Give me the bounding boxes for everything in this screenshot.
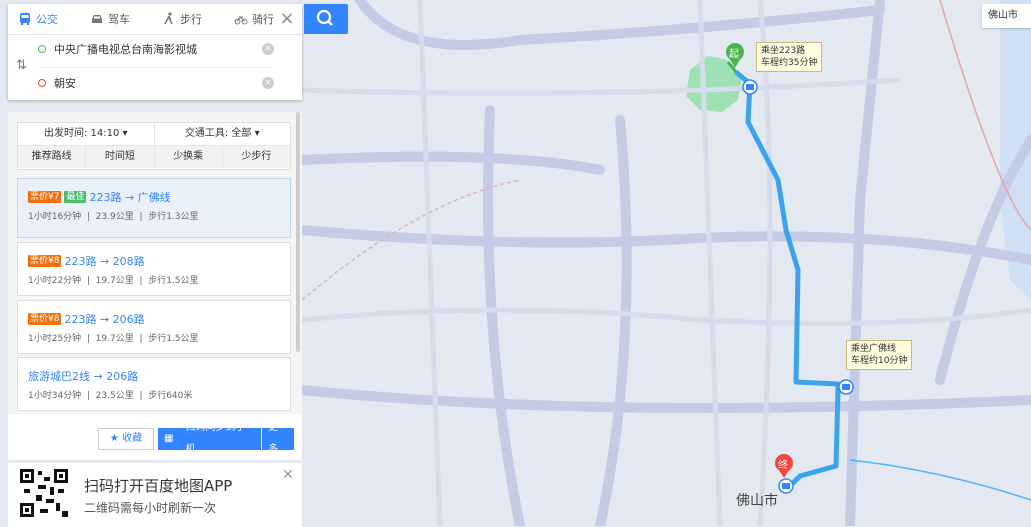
- price-tag: 票价¥8: [28, 255, 62, 267]
- route-summary: 1小时25分钟 | 19.7公里 | 步行1.5公里: [28, 334, 199, 344]
- route-name: 旅游城巴2线 → 206路: [28, 370, 139, 383]
- scan-label: 扫码同步到手机: [185, 422, 246, 455]
- route-filters: 出发时间: 14:10 ▾ 交通工具: 全部 ▾ 推荐路线 时间短 少换乘 少步…: [17, 122, 291, 170]
- travel-mode-tabs: 公交 驾车 步行 骑行: [8, 4, 302, 35]
- segment-line: 乘坐223路: [761, 46, 806, 56]
- tab-car[interactable]: 驾车: [80, 11, 152, 27]
- city-selector[interactable]: 佛山市: [982, 4, 1031, 28]
- route-summary: 1小时22分钟 | 19.7公里 | 步行1.5公里: [28, 276, 199, 286]
- sort-shortest-time[interactable]: 时间短: [86, 146, 155, 168]
- price-tag: 票价¥8: [28, 313, 62, 325]
- destination-value: 朝安: [54, 77, 76, 90]
- scan-sync-button[interactable]: ▦ 扫码同步到手机 更多: [158, 417, 294, 461]
- best-badge: 最佳: [64, 191, 87, 203]
- segment-line: 乘坐广佛线: [851, 344, 897, 354]
- qr-code-image: [20, 469, 68, 517]
- tab-walk[interactable]: 步行: [152, 11, 224, 27]
- favorite-button[interactable]: ★ 收藏: [98, 428, 154, 450]
- promo-title: 扫码打开百度地图APP: [84, 477, 233, 495]
- app-promo-banner: 扫码打开百度地图APP 二维码需每小时刷新一次 ✕: [8, 462, 302, 527]
- sort-fewest-transfers[interactable]: 少换乘: [155, 146, 223, 168]
- search-icon: [316, 9, 333, 26]
- car-icon: [92, 15, 102, 23]
- route-summary: 1小时34分钟 | 23.5公里 | 步行640米: [28, 391, 193, 401]
- route-option[interactable]: 票价¥8 223路 → 206路 1小时25分钟 | 19.7公里 | 步行1.…: [17, 300, 291, 354]
- segment-time: 车程约10分钟: [851, 356, 908, 366]
- depart-time-select[interactable]: 出发时间: 14:10 ▾: [18, 123, 155, 145]
- route-results-list: 出发时间: 14:10 ▾ 交通工具: 全部 ▾ 推荐路线 时间短 少换乘 少步…: [8, 112, 302, 414]
- route-name: 223路 → 208路: [64, 255, 145, 268]
- origin-field[interactable]: 中央广播电视总台南海影视城 ×: [38, 36, 278, 62]
- divider: [38, 67, 272, 68]
- route-name: 223路 → 广佛线: [89, 191, 171, 204]
- route-option[interactable]: 票价¥7 最佳 223路 → 广佛线 1小时16分钟 | 23.9公里 | 步行…: [17, 178, 291, 238]
- end-marker-text: 终: [778, 460, 788, 471]
- list-scrollbar[interactable]: [296, 112, 300, 352]
- close-icon[interactable]: ×: [278, 10, 296, 28]
- bus-stop-icon: [838, 379, 854, 395]
- price-tag: 票价¥7: [28, 191, 62, 203]
- route-summary: 1小时16分钟 | 23.9公里 | 步行1.3公里: [28, 212, 199, 222]
- clear-origin-icon[interactable]: ×: [262, 43, 274, 55]
- transport-type-select[interactable]: 交通工具: 全部 ▾: [155, 123, 291, 145]
- walk-icon: [164, 12, 173, 25]
- bus-stop-icon: [742, 79, 758, 95]
- route-option[interactable]: 旅游城巴2线 → 206路 1小时34分钟 | 23.5公里 | 步行640米: [17, 357, 291, 411]
- tab-label: 骑行: [252, 13, 274, 26]
- origin-dot-icon: [38, 45, 46, 53]
- route-segment-label: 乘坐广佛线 车程约10分钟: [846, 340, 913, 370]
- qr-icon: ▦: [164, 433, 174, 444]
- city-label: 佛山市: [736, 493, 778, 509]
- segment-time: 车程约35分钟: [761, 58, 818, 68]
- bike-icon: [234, 16, 248, 25]
- route-name: 223路 → 206路: [64, 313, 145, 326]
- tab-label: 驾车: [108, 13, 130, 26]
- route-actions: ★ 收藏 ▦ 扫码同步到手机 更多: [8, 414, 302, 461]
- star-icon: ★: [109, 433, 119, 444]
- close-icon[interactable]: ✕: [282, 467, 294, 483]
- clear-destination-icon[interactable]: ×: [262, 77, 274, 89]
- tab-label: 步行: [180, 13, 202, 26]
- start-marker-text: 起: [729, 49, 739, 60]
- more-button[interactable]: 更多: [261, 417, 294, 461]
- route-option[interactable]: 票价¥8 223路 → 208路 1小时22分钟 | 19.7公里 | 步行1.…: [17, 242, 291, 296]
- destination-dot-icon: [38, 79, 46, 87]
- origin-value: 中央广播电视总台南海影视城: [54, 43, 197, 56]
- sort-recommended[interactable]: 推荐路线: [18, 146, 87, 168]
- tab-label: 公交: [36, 13, 58, 26]
- route-search-panel: 公交 驾车 步行 骑行 × ⇅ 中央广播电视总台南海影视城 × 朝安 ×: [8, 4, 302, 100]
- tab-bus[interactable]: 公交: [8, 11, 80, 27]
- bus-stop-icon: [778, 478, 794, 494]
- route-segment-label: 乘坐223路 车程约35分钟: [756, 42, 823, 72]
- promo-subtitle: 二维码需每小时刷新一次: [84, 501, 217, 515]
- destination-field[interactable]: 朝安 ×: [38, 70, 278, 96]
- swap-icon[interactable]: ⇅: [16, 58, 27, 73]
- sort-least-walking[interactable]: 少步行: [223, 146, 290, 168]
- bus-icon: [20, 13, 30, 25]
- search-button[interactable]: [304, 4, 348, 34]
